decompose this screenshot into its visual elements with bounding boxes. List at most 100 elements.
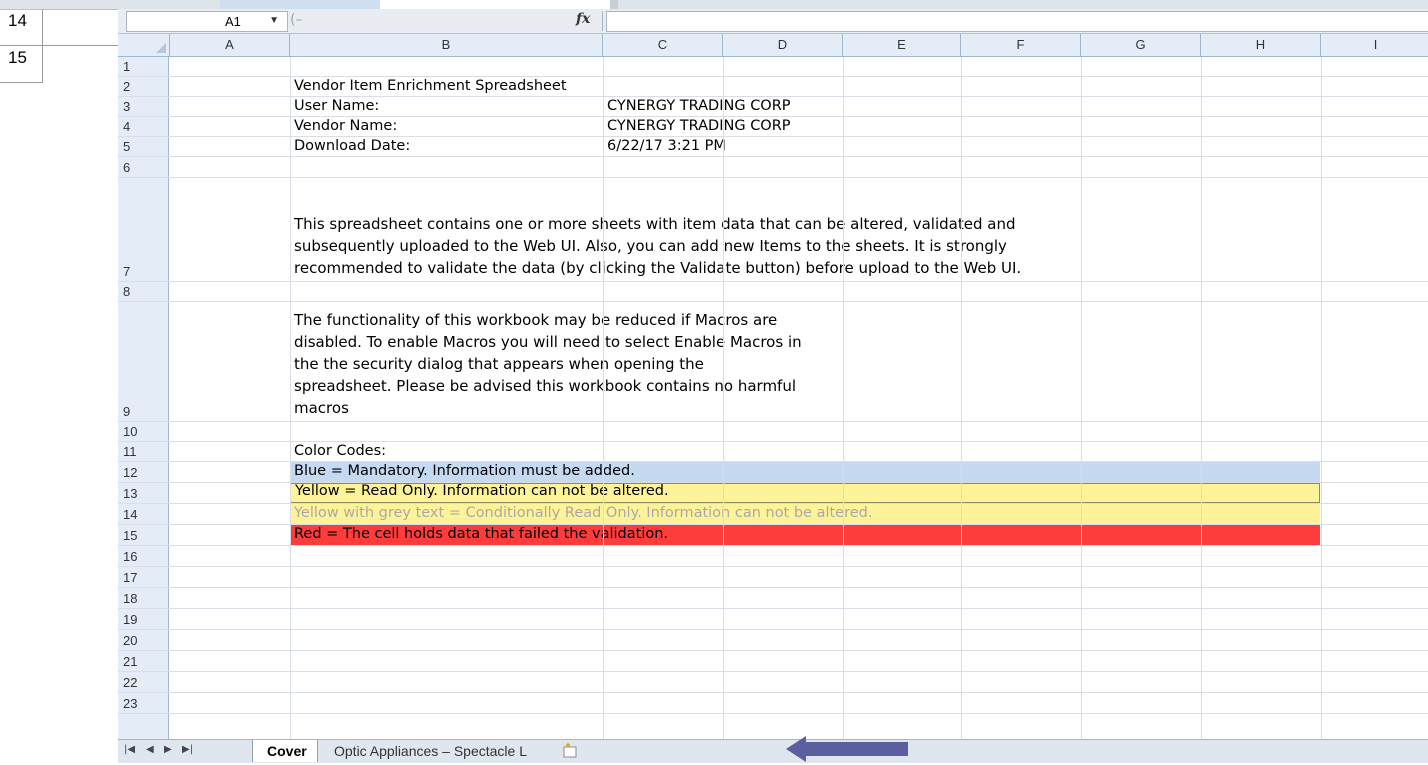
cell-c3[interactable]: CYNERGY TRADING CORP (607, 98, 791, 114)
row: 17 (118, 567, 1428, 588)
row: 2 Vendor Item Enrichment Spreadsheet (118, 77, 1428, 97)
color-code-yellow-grey[interactable]: Yellow with grey text = Conditionally Re… (290, 504, 1320, 524)
text-line: the the security dialog that appears whe… (294, 355, 704, 373)
column-header-g[interactable]: G (1081, 34, 1201, 56)
row: 6 (118, 157, 1428, 178)
row-header[interactable]: 4 (118, 117, 169, 136)
column-header-d[interactable]: D (723, 34, 843, 56)
color-code-red[interactable]: Red = The cell holds data that failed th… (290, 525, 1320, 545)
row-header[interactable]: 23 (118, 693, 169, 713)
row (118, 714, 1428, 739)
gridline (723, 57, 724, 739)
text-line: disabled. To enable Macros you will need… (294, 333, 802, 351)
annotation-arrow-icon (786, 736, 908, 762)
cell-c4[interactable]: CYNERGY TRADING CORP (607, 118, 791, 134)
row: 22 (118, 672, 1428, 693)
row: 21 (118, 651, 1428, 672)
column-header-f[interactable]: F (961, 34, 1081, 56)
insert-sheet-icon[interactable] (548, 740, 588, 762)
row: 12 Blue = Mandatory. Information must be… (118, 462, 1428, 483)
row-header[interactable] (118, 714, 169, 739)
column-header-c[interactable]: C (603, 34, 723, 56)
column-header-b[interactable]: B (290, 34, 603, 56)
cell-b11[interactable]: Color Codes: (294, 443, 386, 459)
text-line: subsequently uploaded to the Web UI. Als… (294, 237, 1007, 255)
insert-function-icon[interactable]: fx (576, 11, 590, 27)
row-header[interactable]: 18 (118, 588, 169, 608)
row-header[interactable]: 10 (118, 422, 169, 441)
row: 20 (118, 630, 1428, 651)
row-header[interactable]: 6 (118, 157, 169, 177)
row-header[interactable]: 9 (118, 302, 169, 421)
row-header[interactable]: 11 (118, 442, 169, 461)
row-header[interactable]: 3 (118, 97, 169, 116)
gridline (290, 57, 291, 739)
row-header[interactable]: 16 (118, 546, 169, 566)
row: 19 (118, 609, 1428, 630)
sheet-tab-bar: |◀ ◀ ▶ ▶| Cover Optic Appliances – Spect… (118, 739, 1428, 763)
formula-input[interactable] (606, 11, 1428, 32)
color-code-blue[interactable]: Blue = Mandatory. Information must be ad… (290, 462, 1320, 482)
row-header[interactable]: 15 (118, 525, 169, 545)
row-header[interactable]: 17 (118, 567, 169, 587)
column-headers: A B C D E F G H I (118, 34, 1428, 57)
select-all-corner[interactable] (118, 34, 170, 56)
row-header[interactable]: 12 (118, 462, 169, 482)
row-header[interactable]: 1 (118, 57, 169, 76)
row: 16 (118, 546, 1428, 567)
row-header[interactable]: 14 (118, 504, 169, 524)
last-sheet-icon[interactable]: ▶| (182, 744, 193, 755)
column-header-h[interactable]: H (1201, 34, 1321, 56)
divider (602, 11, 603, 31)
gridline (843, 57, 844, 739)
outer-row-label: 14 (8, 11, 27, 30)
first-sheet-icon[interactable]: |◀ (124, 744, 135, 755)
cell-b4[interactable]: Vendor Name: (294, 118, 397, 134)
gridline (1321, 57, 1322, 739)
gridline (603, 57, 604, 739)
row: 1 (118, 57, 1428, 77)
column-header-e[interactable]: E (843, 34, 961, 56)
cell-b2[interactable]: Vendor Item Enrichment Spreadsheet (294, 78, 567, 94)
cell-b5[interactable]: Download Date: (294, 138, 410, 154)
row: 11 Color Codes: (118, 442, 1428, 462)
prev-sheet-icon[interactable]: ◀ (146, 744, 154, 755)
column-header-i[interactable]: I (1321, 34, 1428, 56)
gridline (1081, 57, 1082, 739)
text-line: This spreadsheet contains one or more sh… (294, 215, 1016, 233)
row: 13 Yellow = Read Only. Information can n… (118, 483, 1428, 504)
row: 15 Red = The cell holds data that failed… (118, 525, 1428, 546)
cell-b7[interactable]: This spreadsheet contains one or more sh… (294, 213, 1424, 279)
worksheet-grid: A B C D E F G H I 1 2 Vendor Item Enrich… (118, 34, 1428, 739)
row-header[interactable]: 5 (118, 137, 169, 156)
cell-b3[interactable]: User Name: (294, 98, 379, 114)
cell-c5[interactable]: 6/22/17 3:21 PM (607, 138, 726, 154)
outer-row-label: 15 (8, 48, 27, 67)
row: 8 (118, 282, 1428, 302)
column-header-a[interactable]: A (170, 34, 290, 56)
next-sheet-icon[interactable]: ▶ (164, 744, 172, 755)
row: 18 (118, 588, 1428, 609)
color-code-yellow[interactable]: Yellow = Read Only. Information can not … (290, 483, 1320, 503)
tab-cover[interactable]: Cover (252, 740, 318, 762)
chevron-down-icon[interactable]: ▼ (269, 15, 279, 26)
formula-cancel-icon[interactable]: (– (290, 12, 302, 28)
row: 10 (118, 422, 1428, 442)
row-header[interactable]: 2 (118, 77, 169, 96)
cell-b9[interactable]: The functionality of this workbook may b… (294, 309, 1094, 419)
row-header[interactable]: 21 (118, 651, 169, 671)
outer-row-15: 15 (0, 46, 118, 82)
gridline (961, 57, 962, 739)
tab-optic-appliances[interactable]: Optic Appliances – Spectacle L (320, 740, 542, 762)
row-header[interactable]: 19 (118, 609, 169, 629)
row-header[interactable]: 13 (118, 483, 169, 503)
text-line: spreadsheet. Please be advised this work… (294, 377, 797, 395)
name-box[interactable]: A1 ▼ (126, 11, 288, 32)
row-header[interactable]: 8 (118, 282, 169, 301)
row-header[interactable]: 20 (118, 630, 169, 650)
row-header[interactable]: 7 (118, 178, 169, 281)
outer-divider (42, 9, 43, 83)
row-header[interactable]: 22 (118, 672, 169, 692)
outer-divider (0, 82, 42, 83)
row: 9 The functionality of this workbook may… (118, 302, 1428, 422)
